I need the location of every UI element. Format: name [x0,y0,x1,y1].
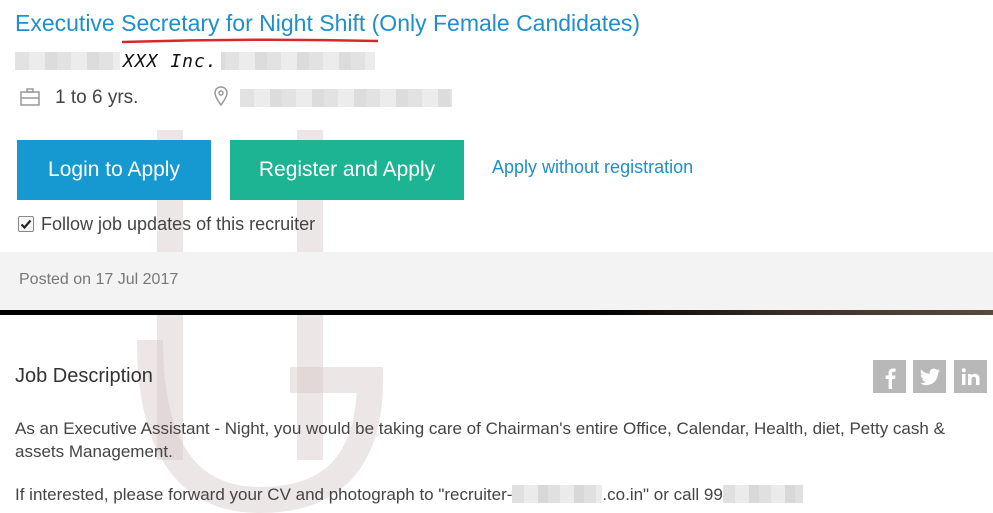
login-to-apply-button[interactable]: Login to Apply [17,140,211,200]
facebook-share-button[interactable] [873,360,906,393]
title-underline [121,38,379,44]
follow-label[interactable]: Follow job updates of this recruiter [41,214,315,235]
contact-instructions: If interested, please forward your CV an… [15,483,985,506]
posted-date: Posted on 17 Jul 2017 [19,271,179,288]
contact-prefix: If interested, please forward your CV an… [15,485,513,504]
job-description-text: As an Executive Assistant - Night, you w… [15,419,945,461]
briefcase-icon [20,88,40,106]
job-title[interactable]: Executive Secretary for Night Shift (Onl… [15,10,640,37]
company-name[interactable]: XXX Inc. [120,51,221,72]
redacted-phone [722,485,803,503]
contact-domain: .co.in" or call 99 [602,485,723,504]
experience: 1 to 6 yrs. [55,87,139,108]
job-meta: 1 to 6 yrs. [20,86,480,110]
apply-without-registration-link[interactable]: Apply without registration [492,157,693,178]
section-divider [0,310,993,315]
register-and-apply-button[interactable]: Register and Apply [230,140,464,200]
checkmark-icon [20,219,32,230]
twitter-icon [920,368,940,386]
facebook-icon [885,368,896,389]
company-row: XXX Inc. [15,50,375,72]
redacted-location [240,89,452,107]
posted-section: Posted on 17 Jul 2017 [0,252,993,310]
job-description-heading: Job Description [15,365,153,387]
twitter-share-button[interactable] [913,360,946,393]
linkedin-share-button[interactable] [954,360,987,393]
location-pin-icon [214,86,228,106]
linkedin-icon [961,368,980,385]
redacted-email [512,485,603,503]
follow-checkbox[interactable] [18,216,34,232]
